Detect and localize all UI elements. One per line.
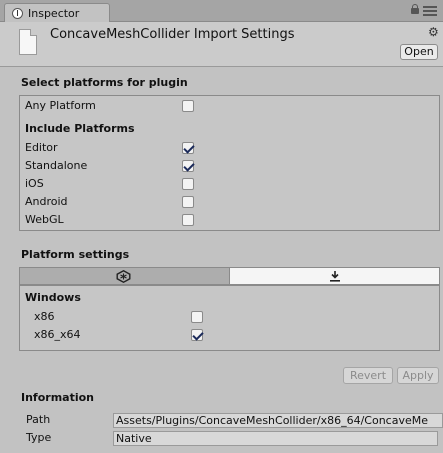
option-label-x86-x64: x86_x64 <box>34 328 81 341</box>
platform-checkbox-webgl[interactable] <box>182 214 194 226</box>
tab-unity[interactable] <box>19 267 230 285</box>
platform-checkbox-editor[interactable] <box>182 142 194 154</box>
platform-label-ios: iOS <box>25 177 44 190</box>
select-platforms-title: Select platforms for plugin <box>21 76 188 89</box>
tab-inspector[interactable]: Inspector <box>4 3 110 23</box>
gear-icon[interactable]: ⚙ <box>428 26 439 38</box>
platform-label-webgl: WebGL <box>25 213 64 226</box>
any-platform-label: Any Platform <box>25 99 96 112</box>
type-field: Native <box>113 431 438 446</box>
apply-button[interactable]: Apply <box>397 367 439 384</box>
unity-icon <box>116 270 131 283</box>
select-platforms-box: Any Platform Include Platforms Editor St… <box>19 95 440 231</box>
platform-settings-box: Windows x86 x86_x64 <box>19 285 440 351</box>
type-label: Type <box>26 431 52 444</box>
tab-standalone[interactable] <box>229 267 440 285</box>
revert-button[interactable]: Revert <box>343 367 393 384</box>
inspector-icon <box>12 8 23 19</box>
option-checkbox-x86[interactable] <box>191 311 203 323</box>
platform-label-android: Android <box>25 195 68 208</box>
download-icon <box>330 271 340 282</box>
platform-checkbox-android[interactable] <box>182 196 194 208</box>
inspector-header: ConcaveMeshCollider Import Settings ⚙ Op… <box>0 22 443 67</box>
menu-icon[interactable] <box>423 6 437 16</box>
platform-checkbox-standalone[interactable] <box>182 160 194 172</box>
platform-settings-title: Platform settings <box>21 248 130 261</box>
platform-checkbox-ios[interactable] <box>182 178 194 190</box>
include-platforms-title: Include Platforms <box>25 122 135 135</box>
information-title: Information <box>21 391 94 404</box>
tab-label: Inspector <box>28 7 80 20</box>
open-button[interactable]: Open <box>400 44 438 60</box>
windows-title: Windows <box>25 291 81 304</box>
lock-icon[interactable] <box>411 4 419 14</box>
option-checkbox-x86-x64[interactable] <box>191 329 203 341</box>
platform-label-editor: Editor <box>25 141 58 154</box>
option-label-x86: x86 <box>34 310 55 323</box>
file-icon <box>19 29 37 55</box>
path-field: Assets/Plugins/ConcaveMeshCollider/x86_6… <box>113 413 443 428</box>
any-platform-checkbox[interactable] <box>182 100 194 112</box>
page-title: ConcaveMeshCollider Import Settings <box>50 27 295 42</box>
path-label: Path <box>26 413 51 426</box>
platform-label-standalone: Standalone <box>25 159 88 172</box>
